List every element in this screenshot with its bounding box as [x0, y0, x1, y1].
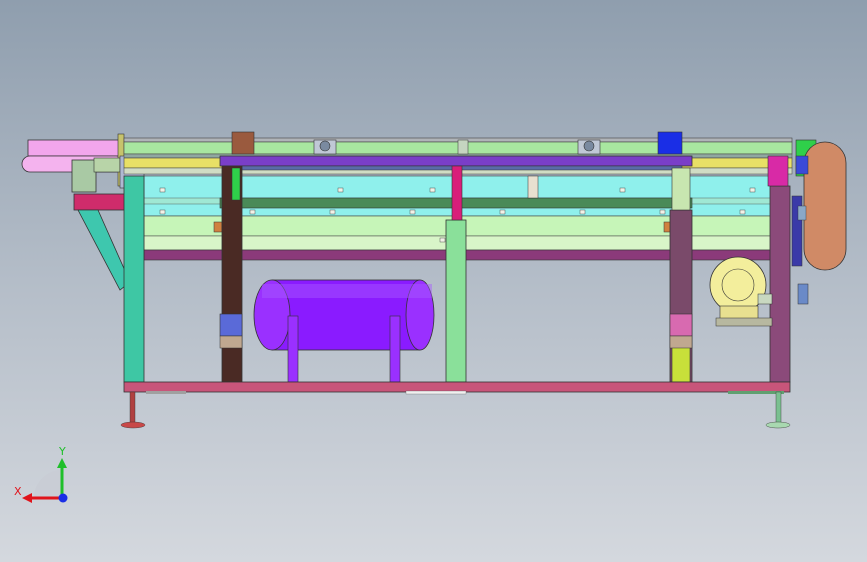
leg-inner-left-top: [231, 167, 241, 201]
crossbeam-purple: [219, 155, 693, 167]
y-axis-label: Y: [58, 445, 66, 458]
sensor-bracket: [527, 175, 539, 199]
leg-center: [445, 219, 467, 383]
diagonal-brace: [77, 209, 131, 291]
bearing-left: [313, 139, 337, 155]
clamp-left: [219, 313, 243, 349]
base-pad-right: [728, 391, 784, 394]
conveyor-model[interactable]: Y X: [0, 0, 867, 562]
feed-bracket: [71, 159, 97, 193]
drive-roller: [791, 139, 847, 305]
x-axis-label: X: [14, 485, 22, 498]
base-frame: [123, 381, 791, 393]
right-head-block: [767, 155, 789, 187]
leg-inner-right-foot: [671, 345, 691, 383]
leg-inner-right-top: [671, 167, 691, 211]
bearing-right: [577, 139, 601, 155]
top-clip: [457, 139, 469, 155]
center-post: [451, 165, 463, 221]
feed-arm-upper: [27, 139, 121, 157]
top-block-brown: [231, 131, 255, 155]
clamp-right: [669, 313, 693, 349]
z-axis-dot: [58, 493, 68, 503]
top-block-blue: [657, 131, 683, 155]
clip-left: [213, 221, 223, 233]
feed-block: [93, 157, 121, 173]
leg-right: [769, 185, 791, 383]
base-pad-left: [146, 391, 186, 394]
base-plate: [405, 390, 467, 395]
motor: [709, 256, 773, 327]
cad-viewport[interactable]: Y X: [0, 0, 867, 562]
y-axis-head: [57, 458, 67, 468]
air-tank: [253, 279, 435, 383]
foot-left: [120, 391, 146, 429]
leg-left: [123, 175, 145, 383]
triad-plane: [34, 470, 62, 498]
axis-triad[interactable]: Y X: [14, 445, 68, 503]
x-axis-head: [22, 493, 32, 503]
foot-right: [765, 391, 791, 429]
hopper-plate: [73, 193, 127, 211]
